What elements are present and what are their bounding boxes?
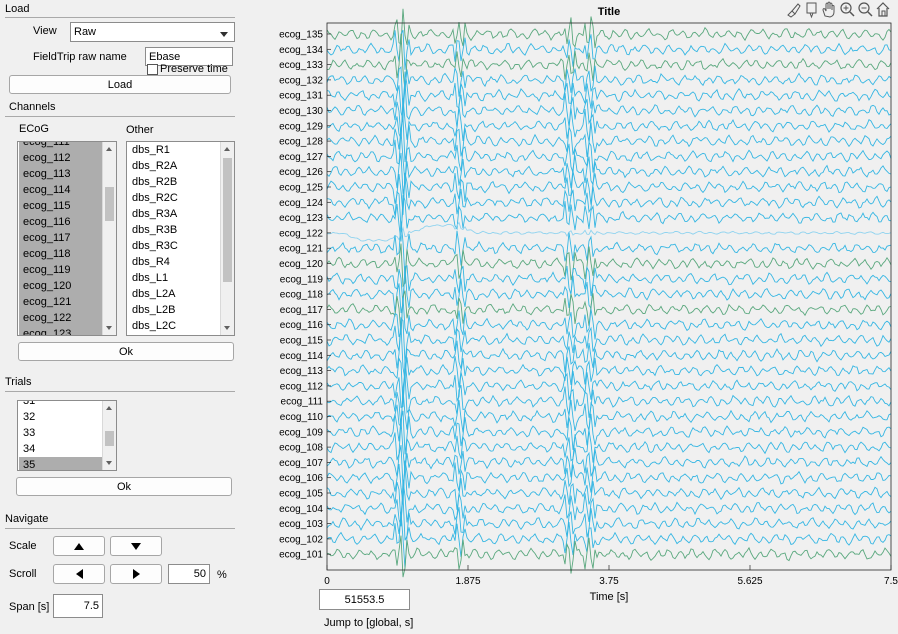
- x-ticks: 0 1.875 3.75 5.625 7.5: [324, 565, 898, 587]
- trace-ecog_122: [326, 221, 892, 242]
- channel-label: ecog_127: [279, 152, 323, 163]
- channel-label: ecog_123: [279, 213, 323, 224]
- axes-box: [326, 22, 892, 571]
- trace-ecog_106: [326, 460, 892, 505]
- channel-label: ecog_135: [279, 30, 323, 41]
- trace-ecog_112: [326, 359, 892, 408]
- trace-ecog_119: [326, 265, 892, 306]
- channel-label: ecog_125: [279, 183, 323, 194]
- x-tick-label: 5.625: [737, 576, 762, 587]
- ecog-trace-plot[interactable]: Title ecog_135ecog_134ecog_133ecog_132ec…: [0, 0, 898, 634]
- channel-label: ecog_129: [279, 121, 323, 132]
- channel-label: ecog_128: [279, 137, 323, 148]
- x-tick-label: 7.5: [884, 576, 898, 587]
- x-axis-label: Time [s]: [590, 591, 629, 603]
- trace-ecog_126: [326, 152, 892, 194]
- channel-label: ecog_110: [280, 412, 324, 423]
- trace-ecog_129: [326, 98, 892, 142]
- trace-ecog_111: [326, 373, 892, 430]
- channel-label: ecog_122: [279, 228, 323, 239]
- x-tick-label: 1.875: [455, 576, 480, 587]
- channel-label: ecog_119: [280, 274, 324, 285]
- trace-ecog_103: [326, 495, 892, 541]
- trace-layer: [326, 8, 892, 578]
- channel-label: ecog_111: [281, 397, 324, 408]
- trace-ecog_110: [326, 389, 892, 433]
- trace-ecog_104: [326, 479, 892, 527]
- channel-label: ecog_115: [280, 336, 324, 347]
- channel-label: ecog_130: [279, 106, 323, 117]
- channel-label: ecog_118: [280, 290, 324, 301]
- channel-label: ecog_106: [279, 473, 323, 484]
- trace-ecog_130: [326, 80, 892, 139]
- channel-label: ecog_112: [280, 381, 324, 392]
- channel-label: ecog_133: [279, 60, 323, 71]
- channel-label: ecog_126: [279, 167, 323, 178]
- trace-ecog_125: [326, 171, 892, 215]
- channel-label: ecog_101: [279, 550, 323, 561]
- channel-label: ecog_134: [279, 45, 323, 56]
- trace-ecog_124: [326, 174, 892, 230]
- pan-hand-icon[interactable]: [822, 1, 835, 18]
- home-icon[interactable]: [876, 2, 890, 17]
- data-tips-icon[interactable]: [806, 2, 817, 19]
- zoom-in-icon[interactable]: [840, 2, 855, 17]
- channel-label: ecog_105: [279, 489, 323, 500]
- channel-labels: ecog_135 ecog_134 ecog_133 ecog_132 ecog_131…: [279, 30, 331, 561]
- trace-ecog_132: [326, 65, 892, 112]
- channel-label: ecog_117: [280, 305, 324, 316]
- trace-ecog_134: [326, 29, 892, 70]
- channel-label: ecog_102: [279, 534, 323, 545]
- brush-icon[interactable]: [787, 3, 801, 18]
- channel-label: ecog_104: [279, 504, 323, 515]
- trace-ecog_102: [326, 511, 892, 569]
- channel-label: ecog_120: [279, 259, 323, 270]
- trace-ecog_116: [326, 297, 892, 340]
- zoom-out-icon[interactable]: [858, 2, 873, 17]
- trace-ecog_127: [326, 130, 892, 183]
- x-tick-label: 3.75: [599, 576, 619, 587]
- channel-label: ecog_124: [279, 198, 323, 209]
- trace-ecog_133: [326, 33, 892, 91]
- channel-label: ecog_103: [279, 519, 323, 530]
- trace-ecog_114: [326, 325, 892, 380]
- channel-label: ecog_131: [279, 91, 323, 102]
- trace-ecog_101: [326, 535, 892, 578]
- channel-label: ecog_113: [280, 366, 324, 377]
- trace-ecog_123: [326, 194, 892, 242]
- trace-ecog_121: [326, 221, 892, 279]
- trace-ecog_113: [326, 356, 892, 405]
- channel-label: ecog_107: [279, 458, 323, 469]
- channel-label: ecog_109: [279, 427, 323, 438]
- channel-label: ecog_121: [279, 244, 323, 255]
- channel-label: ecog_114: [280, 351, 324, 362]
- channel-label: ecog_132: [279, 75, 323, 86]
- channel-label: ecog_108: [279, 443, 323, 454]
- channel-label: ecog_116: [280, 320, 324, 331]
- x-tick-label: 0: [324, 576, 330, 587]
- axes-toolbar: [787, 1, 890, 19]
- plot-title: Title: [598, 6, 620, 18]
- trace-ecog_117: [326, 290, 892, 335]
